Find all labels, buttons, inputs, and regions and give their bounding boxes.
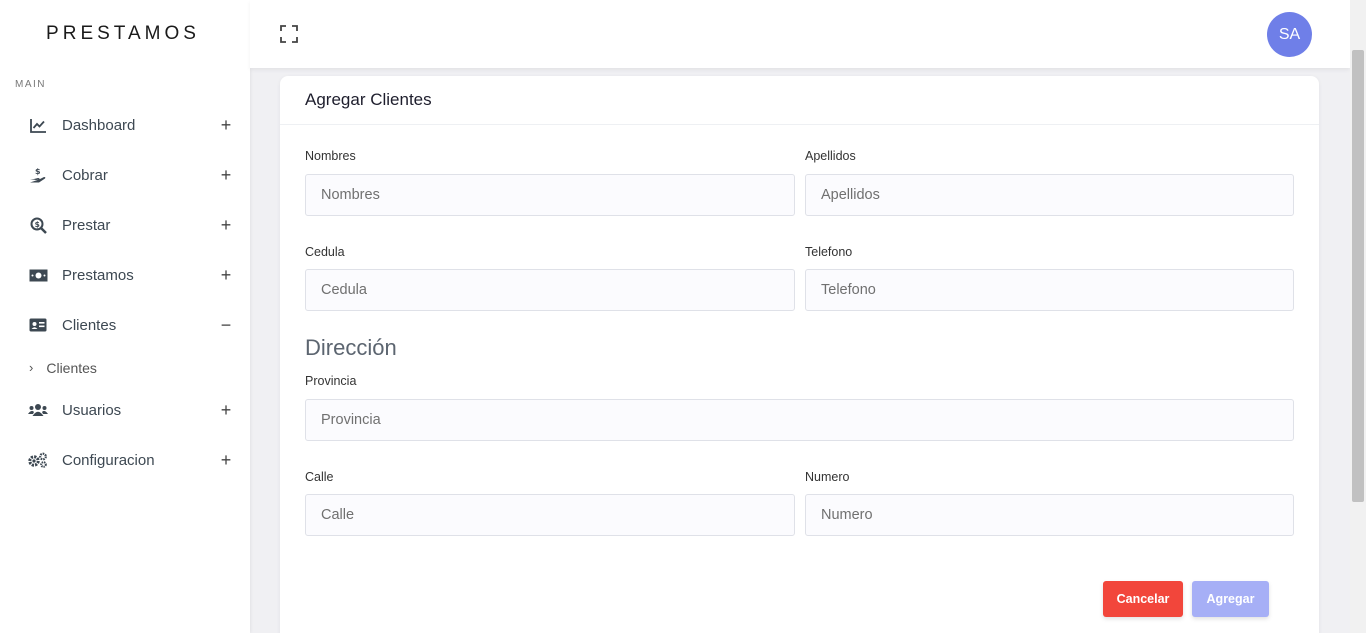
collapse-toggle[interactable]: − <box>218 315 234 336</box>
expand-toggle[interactable]: + <box>218 450 234 471</box>
brand-logo[interactable]: PRESTAMOS <box>0 0 250 68</box>
cedula-label: Cedula <box>305 245 345 259</box>
expand-toggle[interactable]: + <box>218 215 234 236</box>
calle-label: Calle <box>305 470 334 484</box>
id-card-icon <box>28 315 48 335</box>
svg-text:$: $ <box>34 220 39 229</box>
hand-money-icon: $ <box>28 165 48 185</box>
sidebar-item-prestar[interactable]: $ Prestar + <box>0 200 250 250</box>
nombres-input[interactable] <box>305 174 795 216</box>
cogs-icon <box>28 450 48 470</box>
numero-input[interactable] <box>805 494 1294 536</box>
sidebar-item-label: Prestar <box>62 216 111 234</box>
sidebar-item-label: Prestamos <box>62 266 134 284</box>
top-header: SA <box>250 0 1350 68</box>
fullscreen-icon[interactable] <box>280 25 298 43</box>
add-client-button[interactable]: Agregar <box>1192 581 1269 617</box>
chart-line-icon <box>28 115 48 135</box>
sidebar-item-dashboard[interactable]: Dashboard + <box>0 100 250 150</box>
calle-input[interactable] <box>305 494 795 536</box>
telefono-input[interactable] <box>805 269 1294 311</box>
sidebar-item-usuarios[interactable]: Usuarios + <box>0 385 250 435</box>
numero-label: Numero <box>805 470 850 484</box>
page-scrollbar[interactable] <box>1350 0 1366 633</box>
users-icon <box>28 400 48 420</box>
svg-text:$: $ <box>35 167 41 176</box>
provincia-input[interactable] <box>305 399 1294 441</box>
sidebar-item-label: Dashboard <box>62 116 136 134</box>
sidebar-item-cobrar[interactable]: $ Cobrar + <box>0 150 250 200</box>
sidebar-item-label: Usuarios <box>62 401 122 419</box>
scrollbar-thumb[interactable] <box>1352 50 1364 502</box>
sidebar-item-prestamos[interactable]: Prestamos + <box>0 250 250 300</box>
telefono-label: Telefono <box>805 245 853 259</box>
expand-toggle[interactable]: + <box>218 265 234 286</box>
search-dollar-icon: $ <box>28 215 48 235</box>
sidebar: PRESTAMOS MAIN Dashboard + $ Cobrar + $ … <box>0 0 250 633</box>
add-client-card: Agregar Clientes Nombres Apellidos Cedul… <box>280 76 1319 633</box>
sidebar-item-label: Cobrar <box>62 166 108 184</box>
brand-name: PRESTAMOS <box>46 23 200 44</box>
user-avatar[interactable]: SA <box>1267 12 1312 57</box>
sidebar-subitem-clientes[interactable]: › Clientes <box>0 350 250 385</box>
apellidos-label: Apellidos <box>805 149 856 163</box>
sidebar-section-label: MAIN <box>15 79 46 90</box>
sidebar-item-clientes[interactable]: Clientes − <box>0 300 250 350</box>
expand-toggle[interactable]: + <box>218 165 234 186</box>
sidebar-item-configuracion[interactable]: Configuracion + <box>0 435 250 485</box>
address-section-title: Dirección <box>305 335 397 360</box>
money-bill-icon <box>28 265 48 285</box>
card-title: Agregar Clientes <box>305 90 432 109</box>
expand-toggle[interactable]: + <box>218 400 234 421</box>
provincia-label: Provincia <box>305 374 357 388</box>
nombres-label: Nombres <box>305 149 356 163</box>
cancel-button[interactable]: Cancelar <box>1103 581 1183 617</box>
sidebar-item-label: Clientes <box>62 316 117 334</box>
sidebar-subitem-label: Clientes <box>46 359 97 376</box>
cedula-input[interactable] <box>305 269 795 311</box>
chevron-right-icon: › <box>29 360 34 375</box>
sidebar-item-label: Configuracion <box>62 451 155 469</box>
apellidos-input[interactable] <box>805 174 1294 216</box>
card-header: Agregar Clientes <box>280 76 1319 125</box>
expand-toggle[interactable]: + <box>218 115 234 136</box>
